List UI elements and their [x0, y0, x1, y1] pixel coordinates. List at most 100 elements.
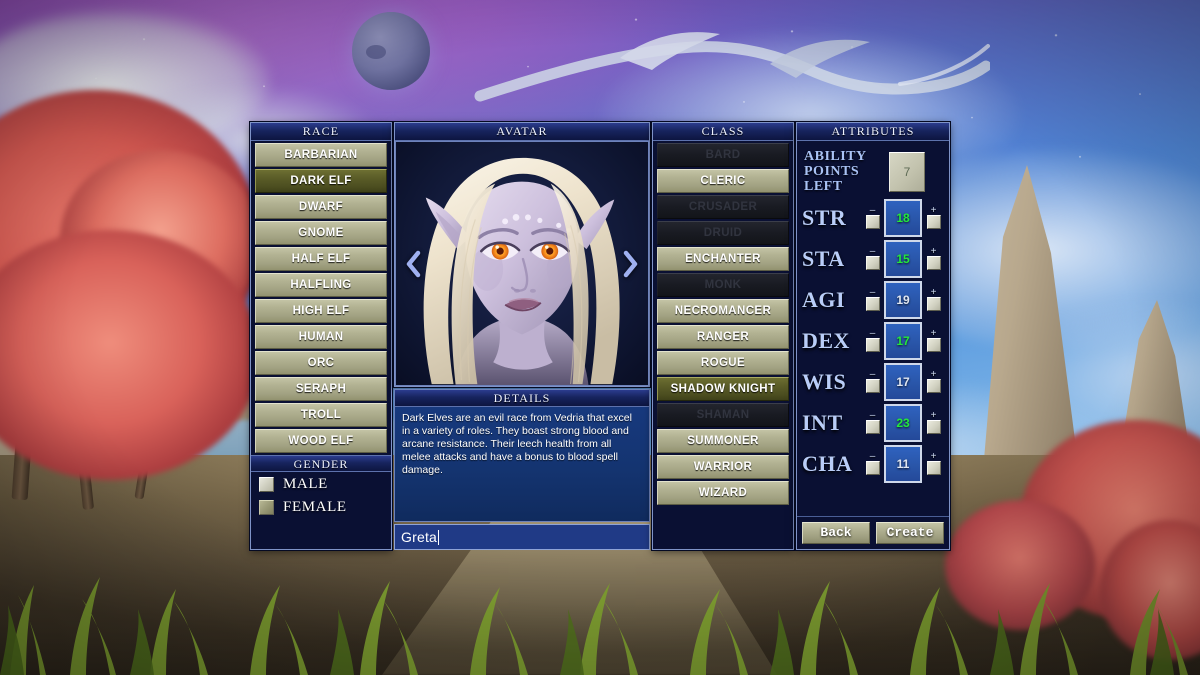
- class-item-druid: DRUID: [657, 221, 789, 245]
- stat-increment-button[interactable]: [927, 420, 941, 434]
- gender-label: FEMALE: [283, 499, 347, 516]
- race-list: BARBARIANDARK ELFDWARFGNOMEHALF ELFHALFL…: [251, 141, 391, 453]
- gender-options: MALE FEMALE: [251, 472, 391, 516]
- class-item-enchanter[interactable]: ENCHANTER: [657, 247, 789, 271]
- stat-decrement-button[interactable]: [866, 297, 880, 311]
- race-item-high-elf[interactable]: HIGH ELF: [255, 299, 387, 323]
- stat-increment-dex[interactable]: +: [925, 330, 942, 352]
- next-avatar-button[interactable]: [618, 244, 644, 284]
- avatar-panel-title: AVATAR: [395, 123, 649, 141]
- race-item-wood-elf[interactable]: WOOD ELF: [255, 429, 387, 453]
- class-item-bard: BARD: [657, 143, 789, 167]
- plus-icon: +: [931, 207, 937, 215]
- details-text: Dark Elves are an evil race from Vedria …: [395, 407, 649, 521]
- stat-value-agi: 19: [884, 281, 922, 319]
- avatar-panel: AVATAR: [394, 122, 650, 550]
- class-item-shadow-knight[interactable]: SHADOW KNIGHT: [657, 377, 789, 401]
- previous-avatar-button[interactable]: [400, 244, 426, 284]
- stat-label-str: STR: [802, 207, 864, 229]
- gender-checkbox-female[interactable]: [259, 500, 274, 515]
- chevron-right-icon: [623, 250, 639, 278]
- attributes-panel-title: ATTRIBUTES: [797, 123, 949, 141]
- race-item-orc[interactable]: ORC: [255, 351, 387, 375]
- stat-decrement-agi[interactable]: –: [864, 289, 881, 311]
- stat-decrement-button[interactable]: [866, 256, 880, 270]
- character-creation-dialog: RACE BARBARIANDARK ELFDWARFGNOMEHALF ELF…: [250, 122, 950, 550]
- minus-icon: –: [870, 453, 876, 461]
- class-item-cleric[interactable]: CLERIC: [657, 169, 789, 193]
- plus-icon: +: [931, 248, 937, 256]
- class-panel-title: CLASS: [653, 123, 793, 141]
- stat-increment-button[interactable]: [927, 256, 941, 270]
- stat-increment-button[interactable]: [927, 297, 941, 311]
- stat-label-wis: WIS: [802, 371, 864, 393]
- plus-icon: +: [931, 412, 937, 420]
- avatar-frame: AVATAR: [394, 122, 650, 387]
- chevron-left-icon: [405, 250, 421, 278]
- class-panel: CLASS BARDCLERICCRUSADERDRUIDENCHANTERMO…: [652, 122, 794, 550]
- stat-row-cha: CHA–11+: [802, 443, 944, 484]
- stat-increment-cha[interactable]: +: [925, 453, 942, 475]
- race-item-half-elf[interactable]: HALF ELF: [255, 247, 387, 271]
- stat-increment-sta[interactable]: +: [925, 248, 942, 270]
- class-item-warrior[interactable]: WARRIOR: [657, 455, 789, 479]
- character-name-value: Greta: [401, 529, 437, 545]
- gender-label: MALE: [283, 476, 328, 493]
- back-button[interactable]: Back: [802, 522, 870, 544]
- stat-increment-wis[interactable]: +: [925, 371, 942, 393]
- class-item-wizard[interactable]: WIZARD: [657, 481, 789, 505]
- stat-decrement-dex[interactable]: –: [864, 330, 881, 352]
- class-item-shaman: SHAMAN: [657, 403, 789, 427]
- stat-decrement-button[interactable]: [866, 379, 880, 393]
- create-button[interactable]: Create: [876, 522, 944, 544]
- stat-value-dex: 17: [884, 322, 922, 360]
- race-item-dwarf[interactable]: DWARF: [255, 195, 387, 219]
- stat-row-wis: WIS–17+: [802, 361, 944, 402]
- stat-label-cha: CHA: [802, 453, 864, 475]
- gender-option-female[interactable]: FEMALE: [259, 499, 391, 516]
- details-panel-title: DETAILS: [395, 390, 649, 407]
- stat-row-str: STR–18+: [802, 197, 944, 238]
- race-item-human[interactable]: HUMAN: [255, 325, 387, 349]
- stat-decrement-button[interactable]: [866, 420, 880, 434]
- stat-decrement-wis[interactable]: –: [864, 371, 881, 393]
- stat-increment-str[interactable]: +: [925, 207, 942, 229]
- race-panel: RACE BARBARIANDARK ELFDWARFGNOMEHALF ELF…: [250, 122, 392, 550]
- stat-increment-button[interactable]: [927, 461, 941, 475]
- stat-increment-int[interactable]: +: [925, 412, 942, 434]
- stat-value-cha: 11: [884, 445, 922, 483]
- class-item-rogue[interactable]: ROGUE: [657, 351, 789, 375]
- race-item-barbarian[interactable]: BARBARIAN: [255, 143, 387, 167]
- stat-decrement-int[interactable]: –: [864, 412, 881, 434]
- plus-icon: +: [931, 371, 937, 379]
- stat-increment-button[interactable]: [927, 338, 941, 352]
- class-item-summoner[interactable]: SUMMONER: [657, 429, 789, 453]
- stat-decrement-cha[interactable]: –: [864, 453, 881, 475]
- stat-label-agi: AGI: [802, 289, 864, 311]
- stat-decrement-button[interactable]: [866, 215, 880, 229]
- stat-increment-button[interactable]: [927, 215, 941, 229]
- race-item-dark-elf[interactable]: DARK ELF: [255, 169, 387, 193]
- stat-decrement-str[interactable]: –: [864, 207, 881, 229]
- gender-checkbox-male[interactable]: [259, 477, 274, 492]
- class-item-ranger[interactable]: RANGER: [657, 325, 789, 349]
- race-item-seraph[interactable]: SERAPH: [255, 377, 387, 401]
- stat-decrement-sta[interactable]: –: [864, 248, 881, 270]
- race-item-gnome[interactable]: GNOME: [255, 221, 387, 245]
- details-panel: DETAILS Dark Elves are an evil race from…: [394, 389, 650, 522]
- stat-decrement-button[interactable]: [866, 461, 880, 475]
- gender-option-male[interactable]: MALE: [259, 476, 391, 493]
- race-item-halfling[interactable]: HALFLING: [255, 273, 387, 297]
- minus-icon: –: [870, 412, 876, 420]
- plus-icon: +: [931, 330, 937, 338]
- stat-label-dex: DEX: [802, 330, 864, 352]
- character-name-input[interactable]: Greta: [394, 524, 650, 550]
- stat-row-sta: STA–15+: [802, 238, 944, 279]
- stat-value-sta: 15: [884, 240, 922, 278]
- stat-decrement-button[interactable]: [866, 338, 880, 352]
- stat-row-agi: AGI–19+: [802, 279, 944, 320]
- class-item-necromancer[interactable]: NECROMANCER: [657, 299, 789, 323]
- stat-increment-agi[interactable]: +: [925, 289, 942, 311]
- stat-increment-button[interactable]: [927, 379, 941, 393]
- race-item-troll[interactable]: TROLL: [255, 403, 387, 427]
